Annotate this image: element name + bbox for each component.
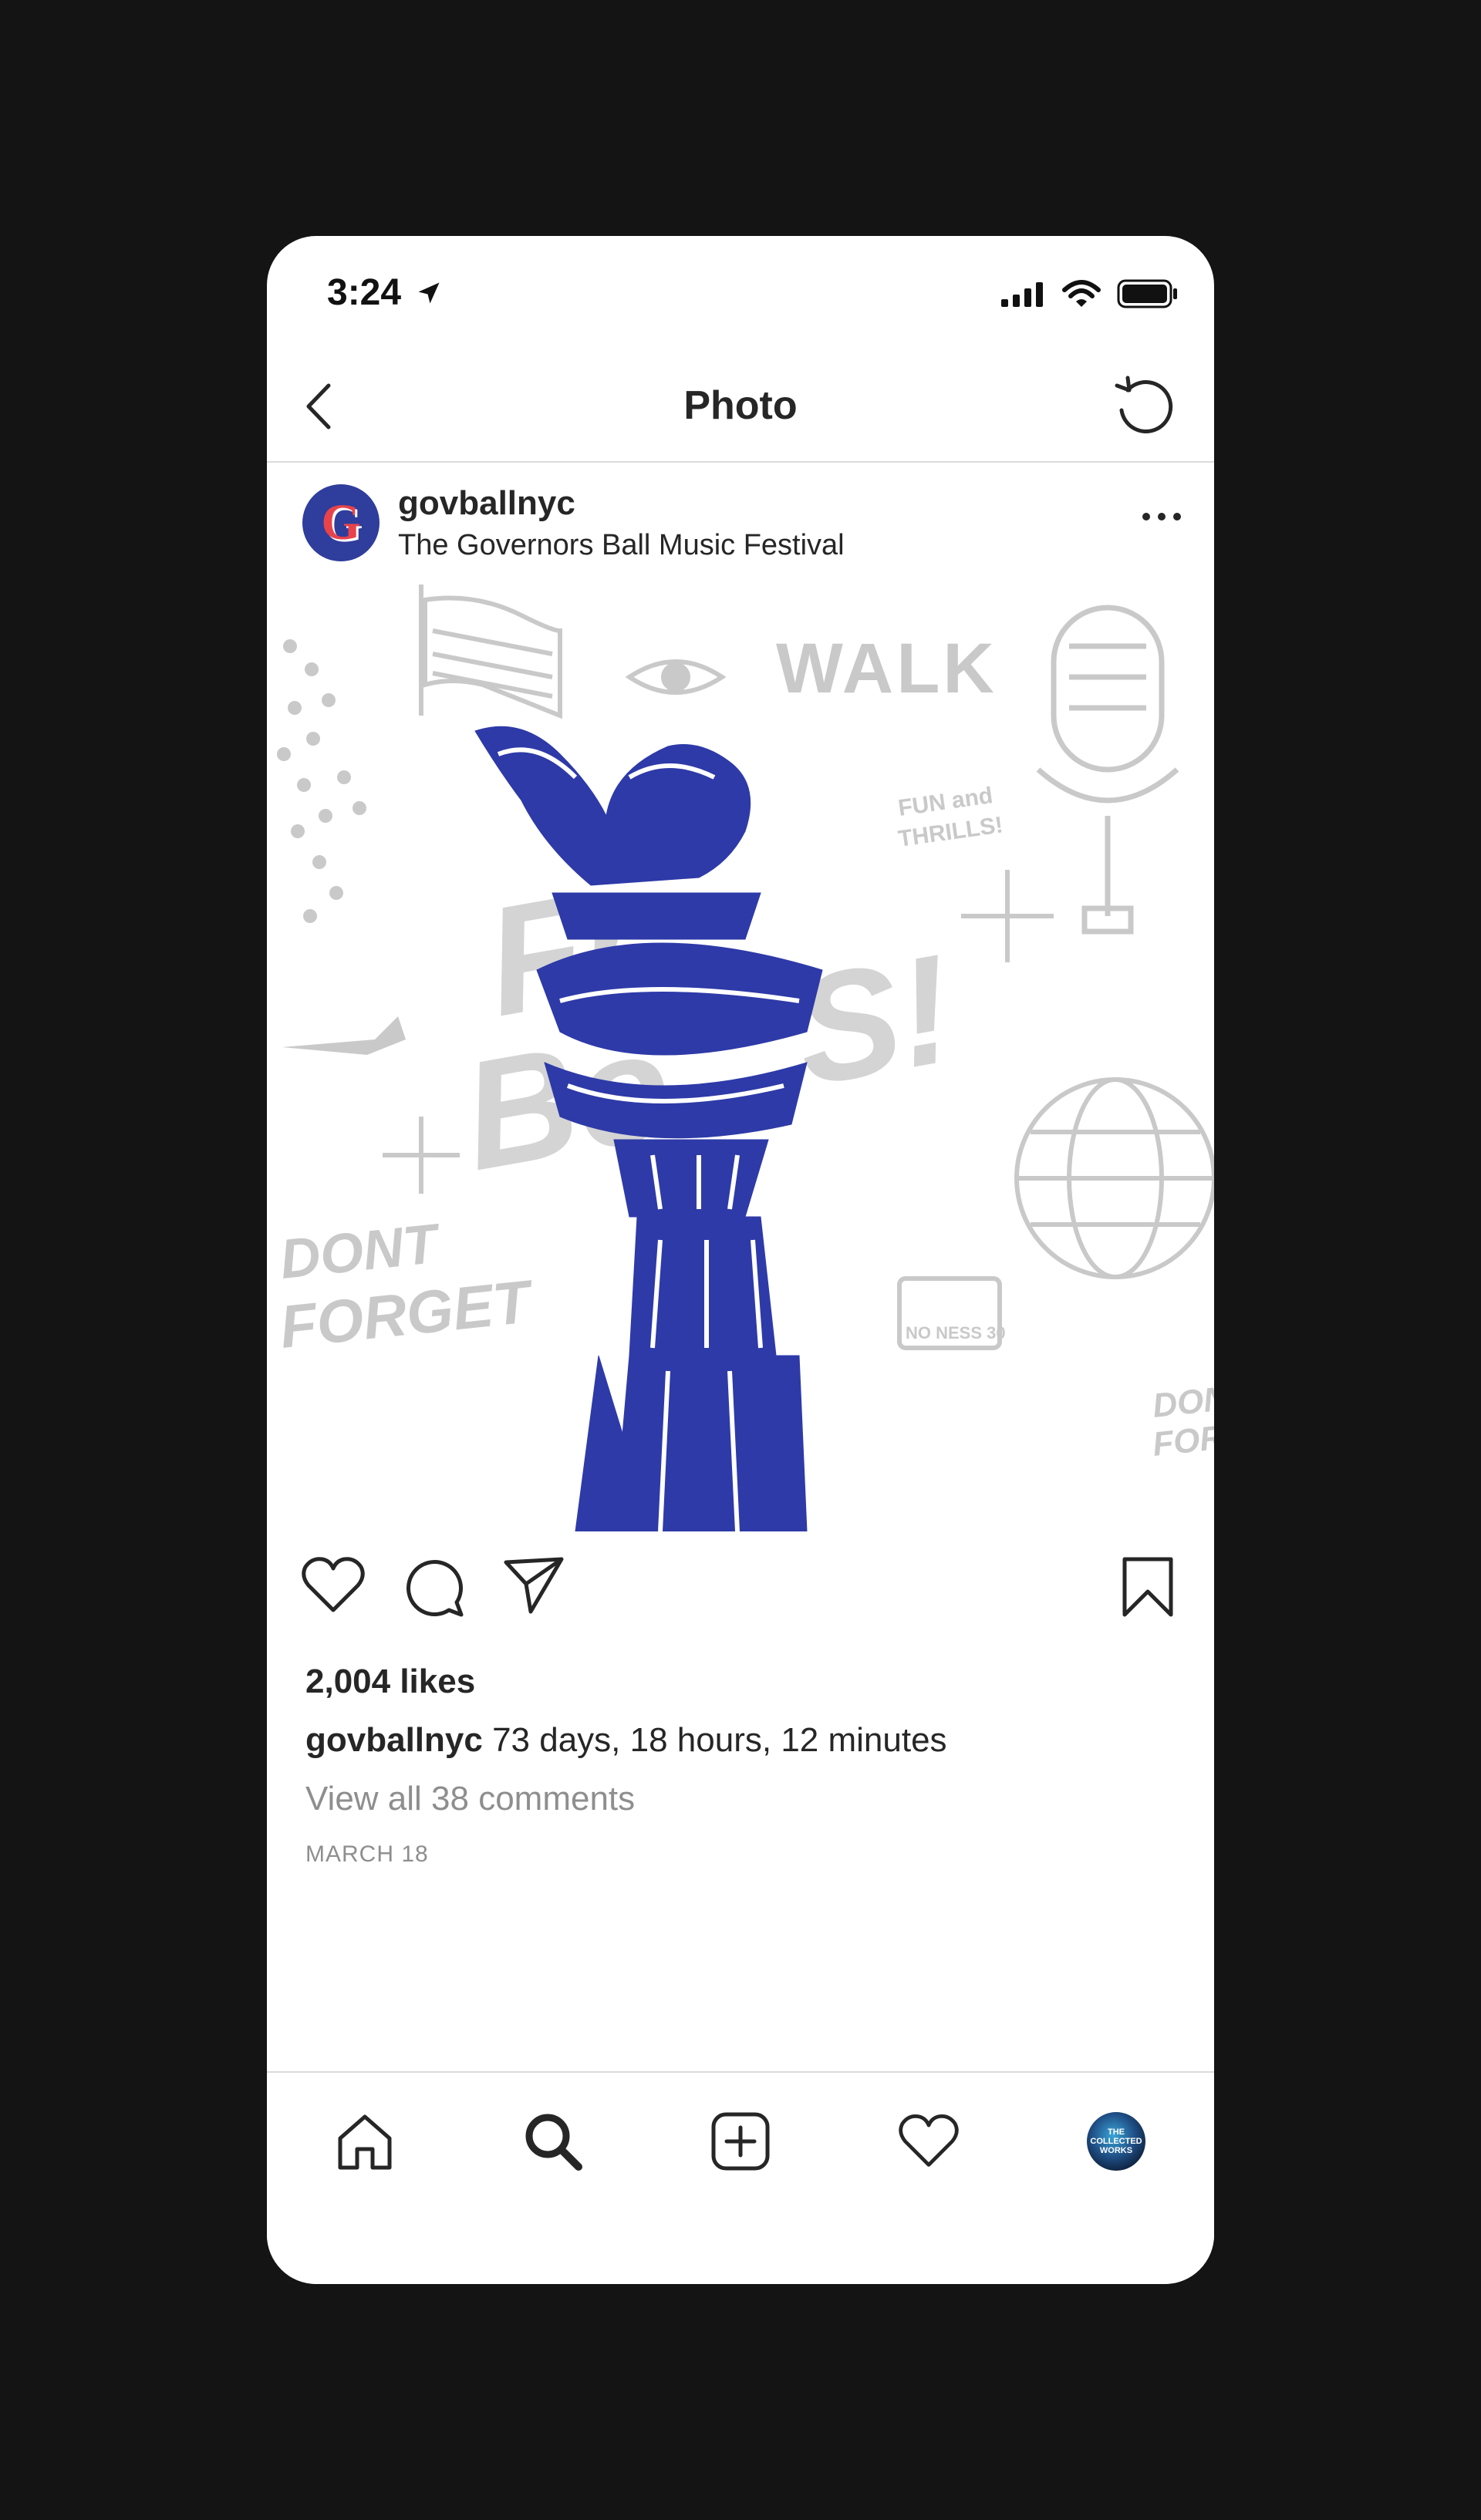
svg-text:FOR: FOR — [1151, 1418, 1214, 1463]
svg-text:DON: DON — [1151, 1380, 1214, 1425]
wifi-icon — [1062, 280, 1101, 307]
svg-text:NO NESS 30: NO NESS 30 — [906, 1323, 1006, 1343]
phone-frame: 3:24 Photo G govballnyc The Governors Ba… — [267, 236, 1214, 2284]
profile-avatar-text-2: COLLECTED — [1090, 2137, 1142, 2146]
activity-heart-icon — [899, 2114, 959, 2167]
profile-avatar-text-3: WORKS — [1099, 2146, 1133, 2155]
status-bar: 3:24 — [267, 236, 1214, 350]
tab-search[interactable] — [518, 2107, 588, 2176]
bookmark-icon[interactable] — [1118, 1555, 1177, 1619]
profile-avatar-text-1: THE — [1108, 2128, 1125, 2137]
page-title: Photo — [683, 383, 798, 428]
caption-text: 73 days, 18 hours, 12 minutes — [492, 1721, 947, 1759]
tab-activity[interactable] — [894, 2107, 963, 2176]
tab-home[interactable] — [330, 2107, 400, 2176]
post-date: MARCH 18 — [305, 1841, 429, 1867]
post-header: G govballnyc The Governors Ball Music Fe… — [267, 464, 1214, 580]
view-comments-link[interactable]: View all 38 comments — [305, 1780, 635, 1818]
post-avatar[interactable]: G — [302, 484, 380, 561]
post-username[interactable]: govballnyc — [398, 484, 575, 523]
post-actions — [267, 1555, 1214, 1632]
status-icons — [1000, 279, 1179, 308]
cellular-signal-icon — [1001, 282, 1043, 307]
status-time: 3:24 — [327, 272, 402, 313]
home-icon — [338, 2114, 392, 2170]
more-horizontal-icon[interactable] — [1139, 506, 1185, 527]
post-caption: govballnyc 73 days, 18 hours, 12 minutes — [305, 1721, 947, 1760]
send-icon[interactable] — [501, 1555, 566, 1616]
comment-icon[interactable] — [401, 1555, 466, 1619]
caption-username[interactable]: govballnyc — [305, 1721, 483, 1759]
add-post-icon — [711, 2112, 770, 2171]
heart-icon[interactable] — [301, 1555, 366, 1616]
likes-count[interactable]: 2,004 likes — [305, 1663, 475, 1701]
post-location[interactable]: The Governors Ball Music Festival — [398, 529, 845, 562]
avatar-letter: G — [321, 494, 361, 551]
tab-add-post[interactable] — [706, 2107, 775, 2176]
battery-icon — [1117, 279, 1177, 308]
post-image[interactable]: WALK FUN and THRILLS! DONT FORGET DON FO… — [267, 585, 1214, 1531]
tab-bar: THE COLLECTED WORKS — [267, 2071, 1214, 2284]
nav-header: Photo — [267, 350, 1214, 463]
refresh-icon[interactable] — [1111, 370, 1176, 440]
location-arrow-icon — [418, 282, 440, 304]
search-icon — [525, 2114, 582, 2171]
profile-avatar: THE COLLECTED WORKS — [1087, 2112, 1145, 2171]
tab-profile[interactable]: THE COLLECTED WORKS — [1081, 2107, 1151, 2176]
walk-word: WALK — [776, 629, 997, 708]
